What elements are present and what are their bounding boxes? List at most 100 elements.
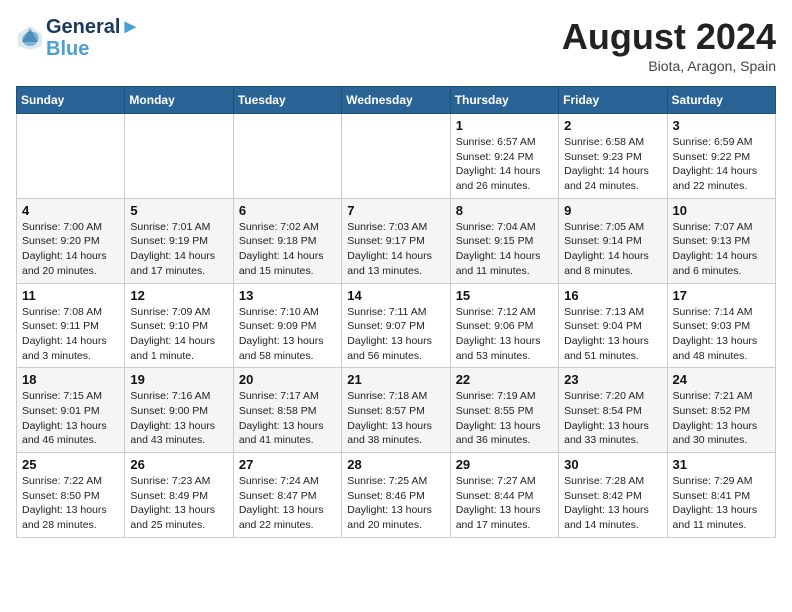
day-cell: 5Sunrise: 7:01 AM Sunset: 9:19 PM Daylig… [125,198,233,283]
day-info: Sunrise: 7:22 AM Sunset: 8:50 PM Dayligh… [22,474,119,533]
day-number: 25 [22,457,119,472]
day-cell: 30 Sunrise: 7:28 AM Sunset: 8:42 PM Dayli… [559,453,667,538]
day-number: 28 [347,457,444,472]
week-row-3: 11Sunrise: 7:08 AM Sunset: 9:11 PM Dayli… [17,283,776,368]
day-number: 30 [564,457,661,472]
day-number: 18 [22,372,119,387]
day-cell: 16 Sunrise: 7:13 AM Sunset: 9:04 PM Dayli… [559,283,667,368]
day-cell: 2Sunrise: 6:58 AM Sunset: 9:23 PM Daylig… [559,114,667,199]
day-number: 21 [347,372,444,387]
day-info: Sunrise: 6:59 AM Sunset: 9:22 PM Dayligh… [673,135,770,194]
day-info: Sunrise: 7:17 AM Sunset: 8:58 PM Dayligh… [239,389,336,448]
location: Biota, Aragon, Spain [562,58,776,74]
day-number: 29 [456,457,553,472]
day-number: 15 [456,288,553,303]
day-number: 16 [564,288,661,303]
day-info: Sunrise: 7:13 AM Sunset: 9:04 PM Dayligh… [564,305,661,364]
day-info: Sunrise: 7:28 AM Sunset: 8:42 PM Dayligh… [564,474,661,533]
week-row-5: 25 Sunrise: 7:22 AM Sunset: 8:50 PM Dayli… [17,453,776,538]
day-info: Sunrise: 7:12 AM Sunset: 9:06 PM Dayligh… [456,305,553,364]
day-cell: 13 Sunrise: 7:10 AM Sunset: 9:09 PM Dayli… [233,283,341,368]
logo: General► Blue [16,16,140,60]
day-number: 22 [456,372,553,387]
day-number: 17 [673,288,770,303]
day-info: Sunrise: 7:18 AM Sunset: 8:57 PM Dayligh… [347,389,444,448]
day-cell: 18Sunrise: 7:15 AM Sunset: 9:01 PM Dayli… [17,368,125,453]
day-cell: 20 Sunrise: 7:17 AM Sunset: 8:58 PM Dayli… [233,368,341,453]
day-cell [17,114,125,199]
week-row-1: 1Sunrise: 6:57 AM Sunset: 9:24 PM Daylig… [17,114,776,199]
day-number: 9 [564,203,661,218]
day-info: Sunrise: 7:29 AM Sunset: 8:41 PM Dayligh… [673,474,770,533]
day-number: 23 [564,372,661,387]
day-cell: 26 Sunrise: 7:23 AM Sunset: 8:49 PM Dayli… [125,453,233,538]
day-cell: 8Sunrise: 7:04 AM Sunset: 9:15 PM Daylig… [450,198,558,283]
day-cell: 14 Sunrise: 7:11 AM Sunset: 9:07 PM Dayli… [342,283,450,368]
logo-text: General► Blue [46,16,140,60]
col-header-tuesday: Tuesday [233,87,341,114]
day-cell: 15 Sunrise: 7:12 AM Sunset: 9:06 PM Dayli… [450,283,558,368]
page-header: General► Blue August 2024 Biota, Aragon,… [16,16,776,74]
day-number: 26 [130,457,227,472]
day-number: 11 [22,288,119,303]
day-info: Sunrise: 7:16 AM Sunset: 9:00 PM Dayligh… [130,389,227,448]
day-info: Sunrise: 7:05 AM Sunset: 9:14 PM Dayligh… [564,220,661,279]
day-number: 12 [130,288,227,303]
day-number: 20 [239,372,336,387]
day-info: Sunrise: 7:04 AM Sunset: 9:15 PM Dayligh… [456,220,553,279]
day-cell: 19 Sunrise: 7:16 AM Sunset: 9:00 PM Dayli… [125,368,233,453]
day-cell: 24 Sunrise: 7:21 AM Sunset: 8:52 PM Dayli… [667,368,775,453]
day-cell: 10Sunrise: 7:07 AM Sunset: 9:13 PM Dayli… [667,198,775,283]
day-number: 7 [347,203,444,218]
day-cell [233,114,341,199]
col-header-sunday: Sunday [17,87,125,114]
day-cell: 25 Sunrise: 7:22 AM Sunset: 8:50 PM Dayli… [17,453,125,538]
day-info: Sunrise: 7:25 AM Sunset: 8:46 PM Dayligh… [347,474,444,533]
day-cell: 21 Sunrise: 7:18 AM Sunset: 8:57 PM Dayli… [342,368,450,453]
day-cell: 28 Sunrise: 7:25 AM Sunset: 8:46 PM Dayli… [342,453,450,538]
day-info: Sunrise: 7:07 AM Sunset: 9:13 PM Dayligh… [673,220,770,279]
day-number: 14 [347,288,444,303]
day-info: Sunrise: 7:21 AM Sunset: 8:52 PM Dayligh… [673,389,770,448]
day-cell: 31 Sunrise: 7:29 AM Sunset: 8:41 PM Dayli… [667,453,775,538]
col-header-thursday: Thursday [450,87,558,114]
calendar-table: SundayMondayTuesdayWednesdayThursdayFrid… [16,86,776,538]
col-header-friday: Friday [559,87,667,114]
day-cell: 11Sunrise: 7:08 AM Sunset: 9:11 PM Dayli… [17,283,125,368]
day-cell: 1Sunrise: 6:57 AM Sunset: 9:24 PM Daylig… [450,114,558,199]
day-info: Sunrise: 7:01 AM Sunset: 9:19 PM Dayligh… [130,220,227,279]
day-info: Sunrise: 7:24 AM Sunset: 8:47 PM Dayligh… [239,474,336,533]
day-info: Sunrise: 7:19 AM Sunset: 8:55 PM Dayligh… [456,389,553,448]
day-cell: 4Sunrise: 7:00 AM Sunset: 9:20 PM Daylig… [17,198,125,283]
col-header-saturday: Saturday [667,87,775,114]
day-info: Sunrise: 6:58 AM Sunset: 9:23 PM Dayligh… [564,135,661,194]
day-info: Sunrise: 7:10 AM Sunset: 9:09 PM Dayligh… [239,305,336,364]
day-cell: 29 Sunrise: 7:27 AM Sunset: 8:44 PM Dayli… [450,453,558,538]
title-block: August 2024 Biota, Aragon, Spain [562,16,776,74]
day-number: 31 [673,457,770,472]
day-number: 13 [239,288,336,303]
logo-icon [16,24,44,52]
month-title: August 2024 [562,16,776,58]
col-header-monday: Monday [125,87,233,114]
day-info: Sunrise: 7:20 AM Sunset: 8:54 PM Dayligh… [564,389,661,448]
day-cell: 23 Sunrise: 7:20 AM Sunset: 8:54 PM Dayli… [559,368,667,453]
day-info: Sunrise: 7:27 AM Sunset: 8:44 PM Dayligh… [456,474,553,533]
day-info: Sunrise: 7:23 AM Sunset: 8:49 PM Dayligh… [130,474,227,533]
day-info: Sunrise: 7:03 AM Sunset: 9:17 PM Dayligh… [347,220,444,279]
day-cell: 22 Sunrise: 7:19 AM Sunset: 8:55 PM Dayli… [450,368,558,453]
day-number: 4 [22,203,119,218]
day-cell: 6Sunrise: 7:02 AM Sunset: 9:18 PM Daylig… [233,198,341,283]
day-number: 6 [239,203,336,218]
day-number: 3 [673,118,770,133]
day-cell: 27Sunrise: 7:24 AM Sunset: 8:47 PM Dayli… [233,453,341,538]
day-info: Sunrise: 7:11 AM Sunset: 9:07 PM Dayligh… [347,305,444,364]
day-number: 24 [673,372,770,387]
day-cell: 9 Sunrise: 7:05 AM Sunset: 9:14 PM Daylig… [559,198,667,283]
day-cell: 3 Sunrise: 6:59 AM Sunset: 9:22 PM Daylig… [667,114,775,199]
day-info: Sunrise: 6:57 AM Sunset: 9:24 PM Dayligh… [456,135,553,194]
day-cell: 7 Sunrise: 7:03 AM Sunset: 9:17 PM Daylig… [342,198,450,283]
week-row-2: 4Sunrise: 7:00 AM Sunset: 9:20 PM Daylig… [17,198,776,283]
day-number: 19 [130,372,227,387]
day-cell: 17Sunrise: 7:14 AM Sunset: 9:03 PM Dayli… [667,283,775,368]
